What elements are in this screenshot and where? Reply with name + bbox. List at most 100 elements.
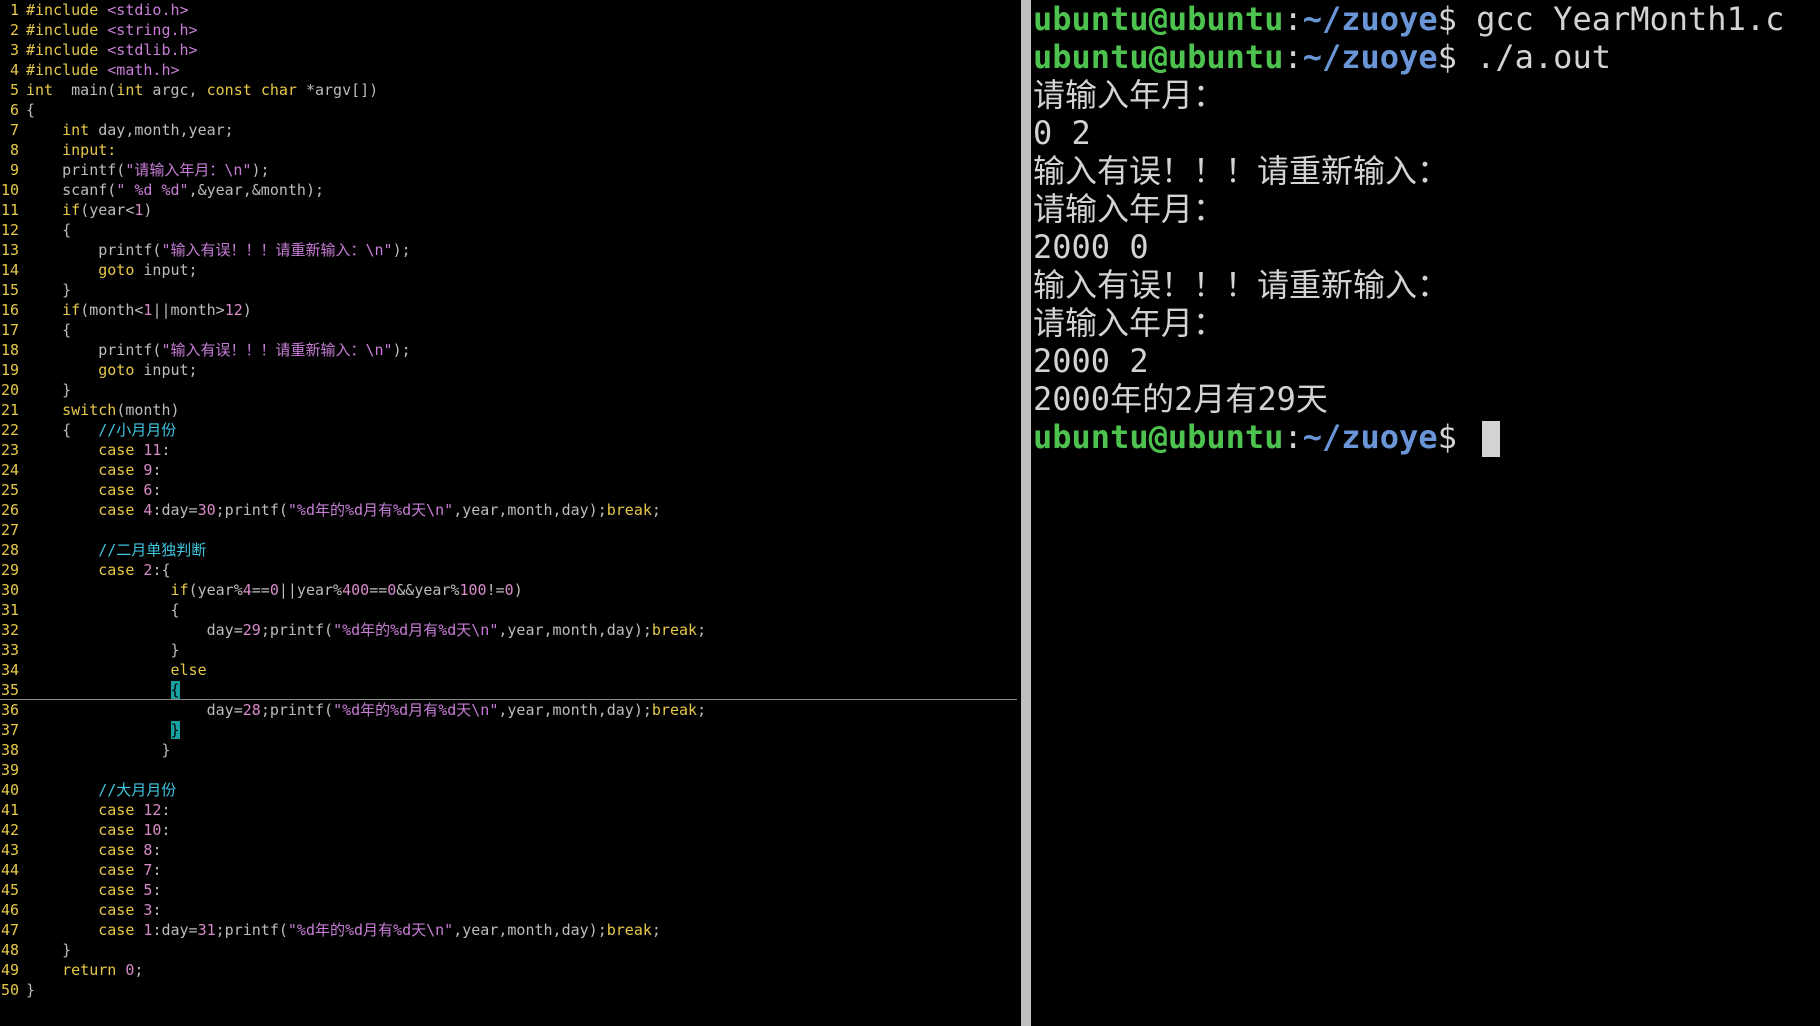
line-number: 30 bbox=[0, 581, 19, 599]
code-line[interactable]: 13 printf("输入有误！！！请重新输入：\n"); bbox=[0, 240, 1017, 260]
line-number: 45 bbox=[0, 881, 19, 899]
code-line[interactable]: 36 day=28;printf("%d年的%d月有%d天\n",year,mo… bbox=[0, 700, 1017, 720]
line-number: 11 bbox=[0, 201, 19, 219]
code-line[interactable]: 46 case 3: bbox=[0, 900, 1017, 920]
prompt-command[interactable] bbox=[1457, 418, 1476, 456]
code-line[interactable]: 38 } bbox=[0, 740, 1017, 760]
code-token: } bbox=[26, 741, 171, 759]
code-line[interactable]: 20 } bbox=[0, 380, 1017, 400]
code-line[interactable]: 19 goto input; bbox=[0, 360, 1017, 380]
code-token: 0 bbox=[387, 581, 397, 599]
code-line[interactable]: 15 } bbox=[0, 280, 1017, 300]
code-line[interactable]: 14 goto input; bbox=[0, 260, 1017, 280]
code-line[interactable]: 27 bbox=[0, 520, 1017, 540]
prompt-user-host: ubuntu@ubuntu bbox=[1033, 0, 1284, 38]
terminal-pane[interactable]: ubuntu@ubuntu:~/zuoye$ gcc YearMonth1.c u… bbox=[1033, 0, 1820, 1026]
code-line[interactable]: 7 int day,month,year; bbox=[0, 120, 1017, 140]
code-line[interactable]: 9 printf("请输入年月：\n"); bbox=[0, 160, 1017, 180]
pane-separator[interactable] bbox=[1021, 0, 1031, 1026]
code-token: "%d年的%d月有%d天\n" bbox=[333, 621, 499, 639]
code-token: ; bbox=[651, 501, 661, 519]
code-line[interactable]: 24 case 9: bbox=[0, 460, 1017, 480]
code-line[interactable]: 45 case 5: bbox=[0, 880, 1017, 900]
code-line[interactable]: 6{ bbox=[0, 100, 1017, 120]
code-token: : bbox=[152, 861, 162, 879]
code-line[interactable]: 49 return 0; bbox=[0, 960, 1017, 980]
code-token: ,year,month,day); bbox=[498, 621, 652, 639]
code-line[interactable]: 8 input: bbox=[0, 140, 1017, 160]
code-token: : bbox=[161, 441, 171, 459]
code-line[interactable]: 35 { bbox=[0, 680, 1017, 700]
code-line[interactable]: 39 bbox=[0, 760, 1017, 780]
code-token: : bbox=[152, 881, 162, 899]
code-line[interactable]: 41 case 12: bbox=[0, 800, 1017, 820]
code-line[interactable]: 25 case 6: bbox=[0, 480, 1017, 500]
vim-editor-pane[interactable]: 1 #include <stdio.h> 2 #include <string.h> 3… bbox=[0, 0, 1017, 1026]
line-number: 24 bbox=[0, 461, 19, 479]
code-line[interactable]: 10 scanf(" %d %d",&year,&month); bbox=[0, 180, 1017, 200]
code-token: int bbox=[62, 121, 90, 139]
code-line[interactable]: 48 } bbox=[0, 940, 1017, 960]
prompt-colon: : bbox=[1283, 418, 1303, 456]
code-token: int bbox=[26, 81, 54, 99]
code-line[interactable]: 4 #include <math.h> bbox=[0, 60, 1017, 80]
code-line[interactable]: 47 case 1:day=31;printf("%d年的%d月有%d天\n",… bbox=[0, 920, 1017, 940]
code-token: //小月月份 bbox=[98, 421, 177, 439]
code-line[interactable]: 22 { //小月月份 bbox=[0, 420, 1017, 440]
code-line[interactable]: 1 #include <stdio.h> bbox=[0, 0, 1017, 20]
code-line[interactable]: 34 else bbox=[0, 660, 1017, 680]
code-token: { bbox=[26, 421, 99, 439]
code-line[interactable]: 18 printf("输入有误！！！请重新输入：\n"); bbox=[0, 340, 1017, 360]
code-token: case bbox=[98, 841, 135, 859]
code-token: { bbox=[170, 681, 180, 699]
line-number: 47 bbox=[0, 921, 19, 939]
code-line[interactable]: 5 int main(int argc, const char *argv[]) bbox=[0, 80, 1017, 100]
code-token: input; bbox=[134, 361, 198, 379]
code-line[interactable]: 50} bbox=[0, 980, 1017, 1000]
code-line[interactable]: 2 #include <string.h> bbox=[0, 20, 1017, 40]
code-token: "%d年的%d月有%d天\n" bbox=[287, 921, 454, 939]
terminal-prompt-line: ubuntu@ubuntu:~/zuoye$ bbox=[1033, 418, 1820, 457]
code-line[interactable]: 12 { bbox=[0, 220, 1017, 240]
code-token: break bbox=[606, 501, 652, 519]
code-line[interactable]: 32 day=29;printf("%d年的%d月有%d天\n",year,mo… bbox=[0, 620, 1017, 640]
code-line[interactable]: 26 case 4:day=30;printf("%d年的%d月有%d天\n",… bbox=[0, 500, 1017, 520]
code-line[interactable]: 33 } bbox=[0, 640, 1017, 660]
code-area[interactable]: 1 #include <stdio.h> 2 #include <string.h> 3… bbox=[0, 0, 1017, 1000]
terminal-cursor[interactable] bbox=[1482, 421, 1501, 457]
code-line[interactable]: 16 if(month<1||month>12) bbox=[0, 300, 1017, 320]
code-token: ;printf( bbox=[260, 701, 334, 719]
code-line[interactable]: 17 { bbox=[0, 320, 1017, 340]
code-line[interactable]: 23 case 11: bbox=[0, 440, 1017, 460]
code-line[interactable]: 11 if(year<1) bbox=[0, 200, 1017, 220]
code-line[interactable]: 43 case 8: bbox=[0, 840, 1017, 860]
code-line[interactable]: 44 case 7: bbox=[0, 860, 1017, 880]
prompt-command[interactable]: ./a.out bbox=[1457, 38, 1611, 76]
code-token: if bbox=[62, 201, 81, 219]
line-number: 15 bbox=[0, 281, 19, 299]
code-token: //二月单独判断 bbox=[98, 541, 207, 559]
prompt-symbol: $ bbox=[1437, 0, 1457, 38]
code-line[interactable]: 28 //二月单独判断 bbox=[0, 540, 1017, 560]
code-line[interactable]: 21 switch(month) bbox=[0, 400, 1017, 420]
code-token: #include bbox=[26, 61, 108, 79]
prompt-command[interactable]: gcc YearMonth1.c bbox=[1457, 0, 1784, 38]
code-token: (month) bbox=[116, 401, 180, 419]
code-token: goto bbox=[98, 261, 135, 279]
code-token: "%d年的%d月有%d天\n" bbox=[333, 701, 499, 719]
code-line[interactable]: 40 //大月月份 bbox=[0, 780, 1017, 800]
code-line[interactable]: 29 case 2:{ bbox=[0, 560, 1017, 580]
code-line[interactable]: 42 case 10: bbox=[0, 820, 1017, 840]
code-line[interactable]: 37 } bbox=[0, 720, 1017, 740]
code-line[interactable]: 31 { bbox=[0, 600, 1017, 620]
terminal-output-line: 2000 0 bbox=[1033, 228, 1820, 266]
code-line[interactable]: 30 if(year%4==0||year%400==0&&year%100!=… bbox=[0, 580, 1017, 600]
code-token: //大月月份 bbox=[98, 781, 177, 799]
code-line[interactable]: 3 #include <stdlib.h> bbox=[0, 40, 1017, 60]
